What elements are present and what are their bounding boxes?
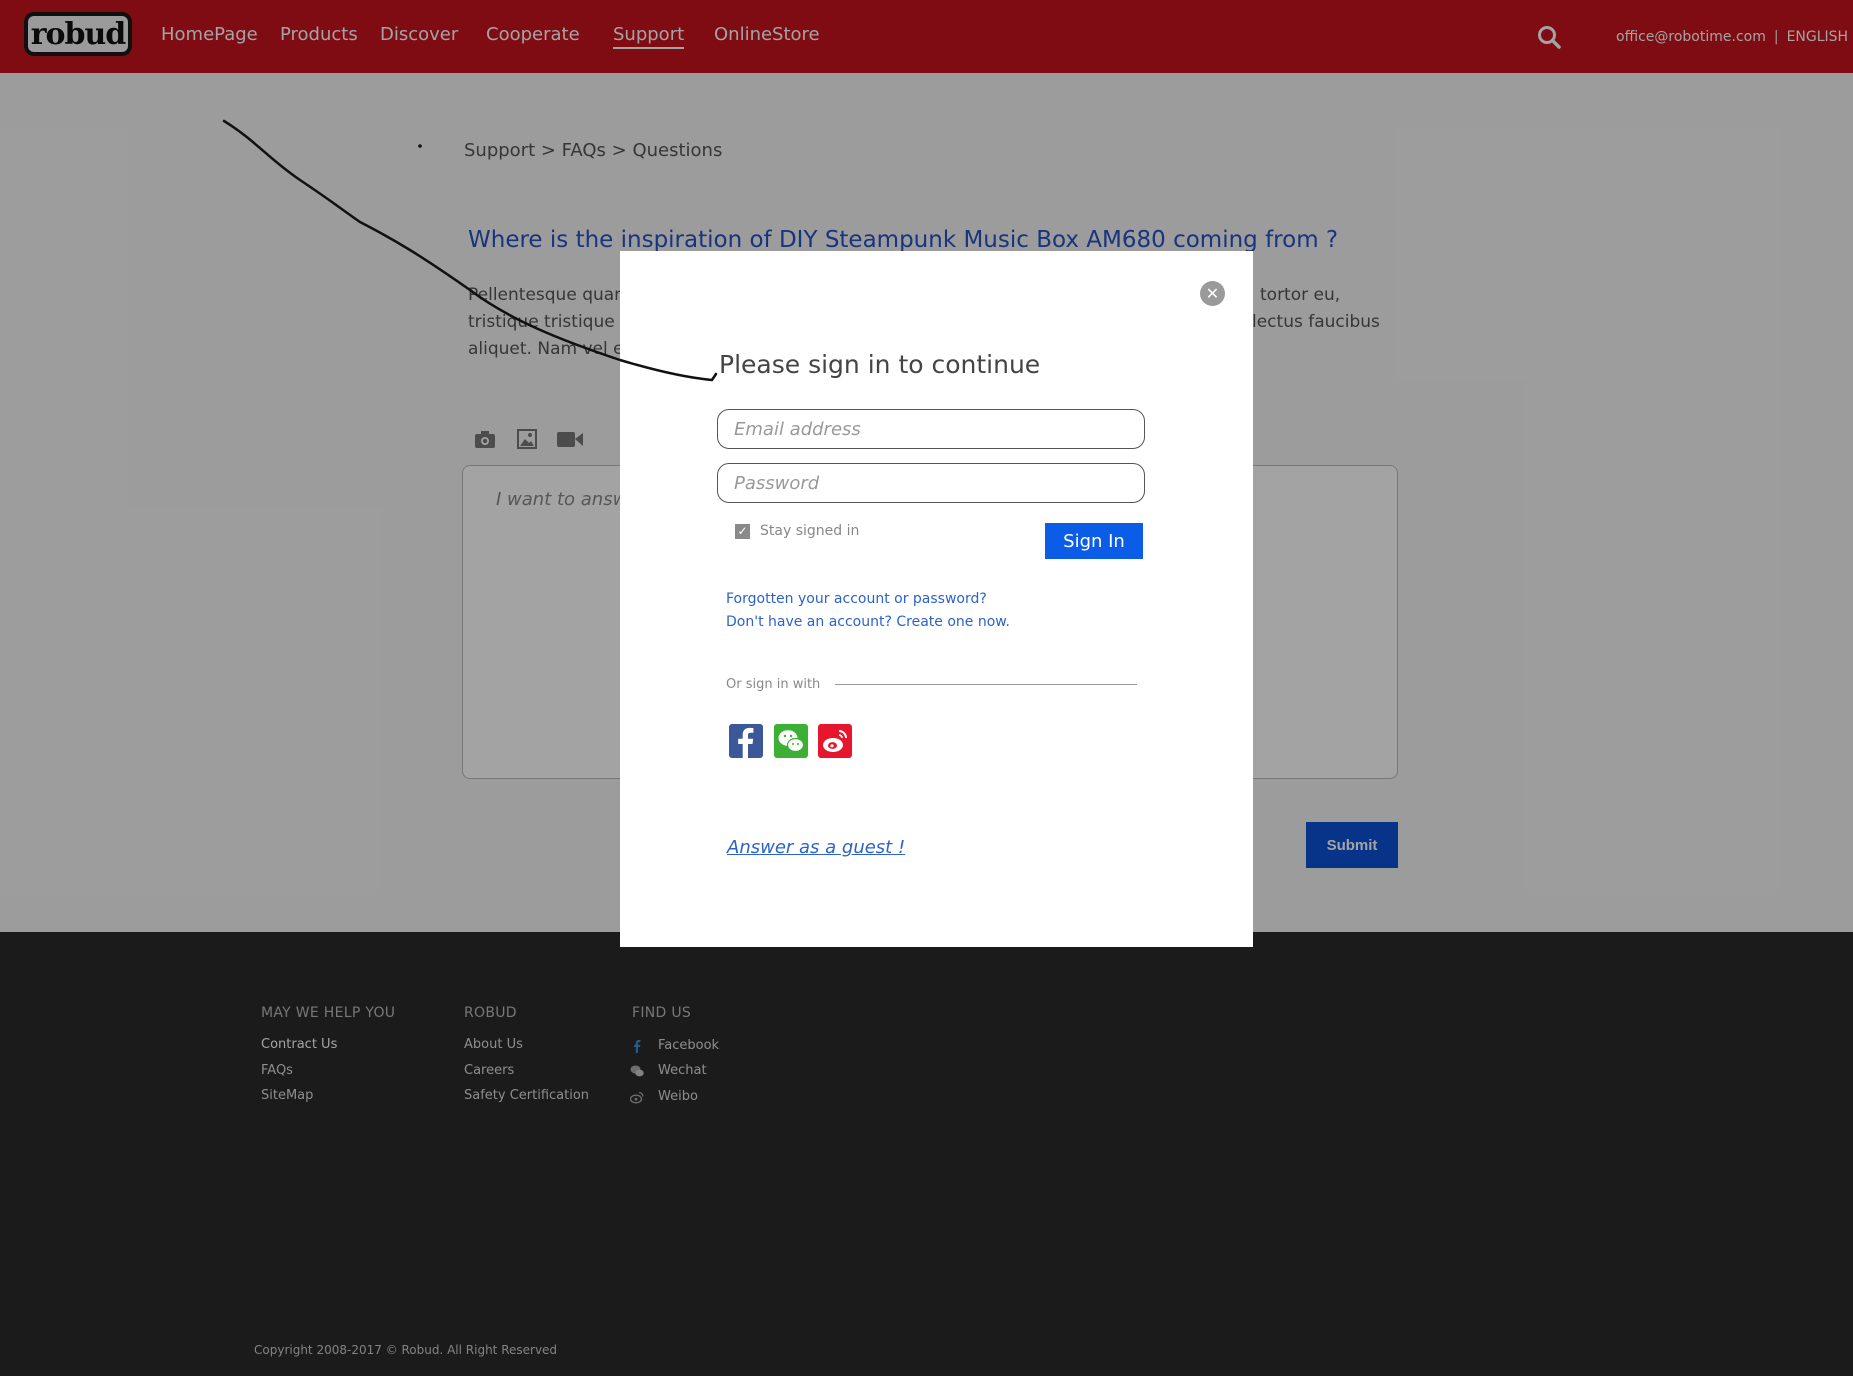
stay-signed-in-checkbox[interactable]: ✓ [735, 524, 750, 539]
close-icon[interactable]: ✕ [1200, 281, 1225, 306]
facebook-login-icon[interactable] [729, 724, 763, 758]
forgot-password-link[interactable]: Forgotten your account or password? [726, 591, 987, 607]
weibo-login-icon[interactable] [818, 724, 852, 758]
email-field[interactable] [717, 409, 1145, 449]
modal-title: Please sign in to continue [719, 350, 1041, 379]
stay-signed-in-label: Stay signed in [760, 523, 860, 539]
divider [835, 684, 1137, 685]
wechat-login-icon[interactable] [774, 724, 808, 758]
answer-as-guest-link[interactable]: Answer as a guest ! [727, 837, 905, 858]
sign-in-modal: ✕ Please sign in to continue ✓ Stay sign… [620, 251, 1253, 947]
or-sign-in-with-label: Or sign in with [726, 677, 821, 692]
sign-in-button[interactable]: Sign In [1045, 523, 1143, 559]
create-account-link[interactable]: Don't have an account? Create one now. [726, 614, 1010, 630]
password-field[interactable] [717, 463, 1145, 503]
